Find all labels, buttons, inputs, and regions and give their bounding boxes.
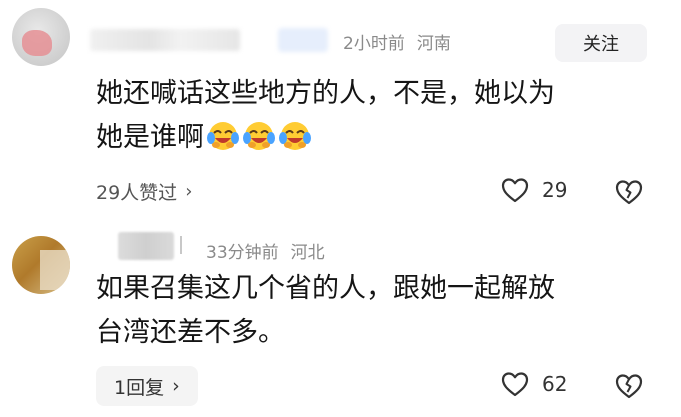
comment-item: 2小时前 河南 关注 她还喊话这些地方的人，不是，她以为 她是谁啊 29人赞过 ›… (0, 0, 681, 215)
comment-text-line: 她是谁啊 (96, 122, 204, 153)
likers-link[interactable]: 29人赞过 › (96, 178, 192, 205)
comment-item: 33分钟前 河北 如果召集这几个省的人，跟她一起解放 台湾还差不多。 1回复 › … (0, 218, 681, 417)
username-blurred[interactable] (90, 29, 240, 51)
heart-outline-icon (501, 372, 529, 397)
comment-time: 2小时前 (343, 34, 405, 54)
comment-time: 33分钟前 (206, 243, 279, 263)
like-count: 29 (542, 178, 568, 202)
like-button[interactable]: 62 (500, 370, 567, 398)
laugh-cry-emoji-icon (206, 118, 240, 152)
comment-text-line: 如果召集这几个省的人，跟她一起解放 (96, 273, 555, 304)
user-badge-blurred (278, 28, 328, 52)
laugh-cry-emoji-icon (278, 118, 312, 152)
like-count: 62 (542, 372, 568, 396)
view-replies-button[interactable]: 1回复 › (96, 366, 198, 406)
comment-text-line: 台湾还差不多。 (96, 317, 285, 348)
comment-location: 河北 (290, 243, 325, 263)
like-button[interactable]: 29 (500, 176, 567, 204)
comment-text: 她还喊话这些地方的人，不是，她以为 她是谁啊 (96, 72, 666, 160)
heart-outline-icon (501, 178, 529, 203)
reply-count-label: 1回复 (114, 376, 165, 399)
laugh-cry-emoji-icon (242, 118, 276, 152)
comment-meta: 2小时前 河南 (343, 29, 451, 54)
comment-text-line: 她还喊话这些地方的人，不是，她以为 (96, 78, 555, 109)
comment-text: 如果召集这几个省的人，跟她一起解放 台湾还差不多。 (96, 267, 666, 355)
comment-location: 河南 (416, 34, 451, 54)
chevron-right-icon: › (172, 375, 180, 397)
username-divider (180, 236, 182, 254)
avatar[interactable] (12, 236, 70, 294)
broken-heart-icon[interactable] (614, 372, 644, 400)
likers-label: 29人赞过 (96, 182, 178, 204)
username-blurred[interactable] (118, 232, 174, 260)
avatar[interactable] (12, 8, 70, 66)
broken-heart-icon[interactable] (614, 178, 644, 206)
comment-text-line-with-emoji: 她是谁啊 (96, 116, 666, 160)
comment-meta: 33分钟前 河北 (206, 238, 325, 263)
follow-button[interactable]: 关注 (555, 24, 647, 62)
chevron-right-icon: › (185, 181, 193, 202)
